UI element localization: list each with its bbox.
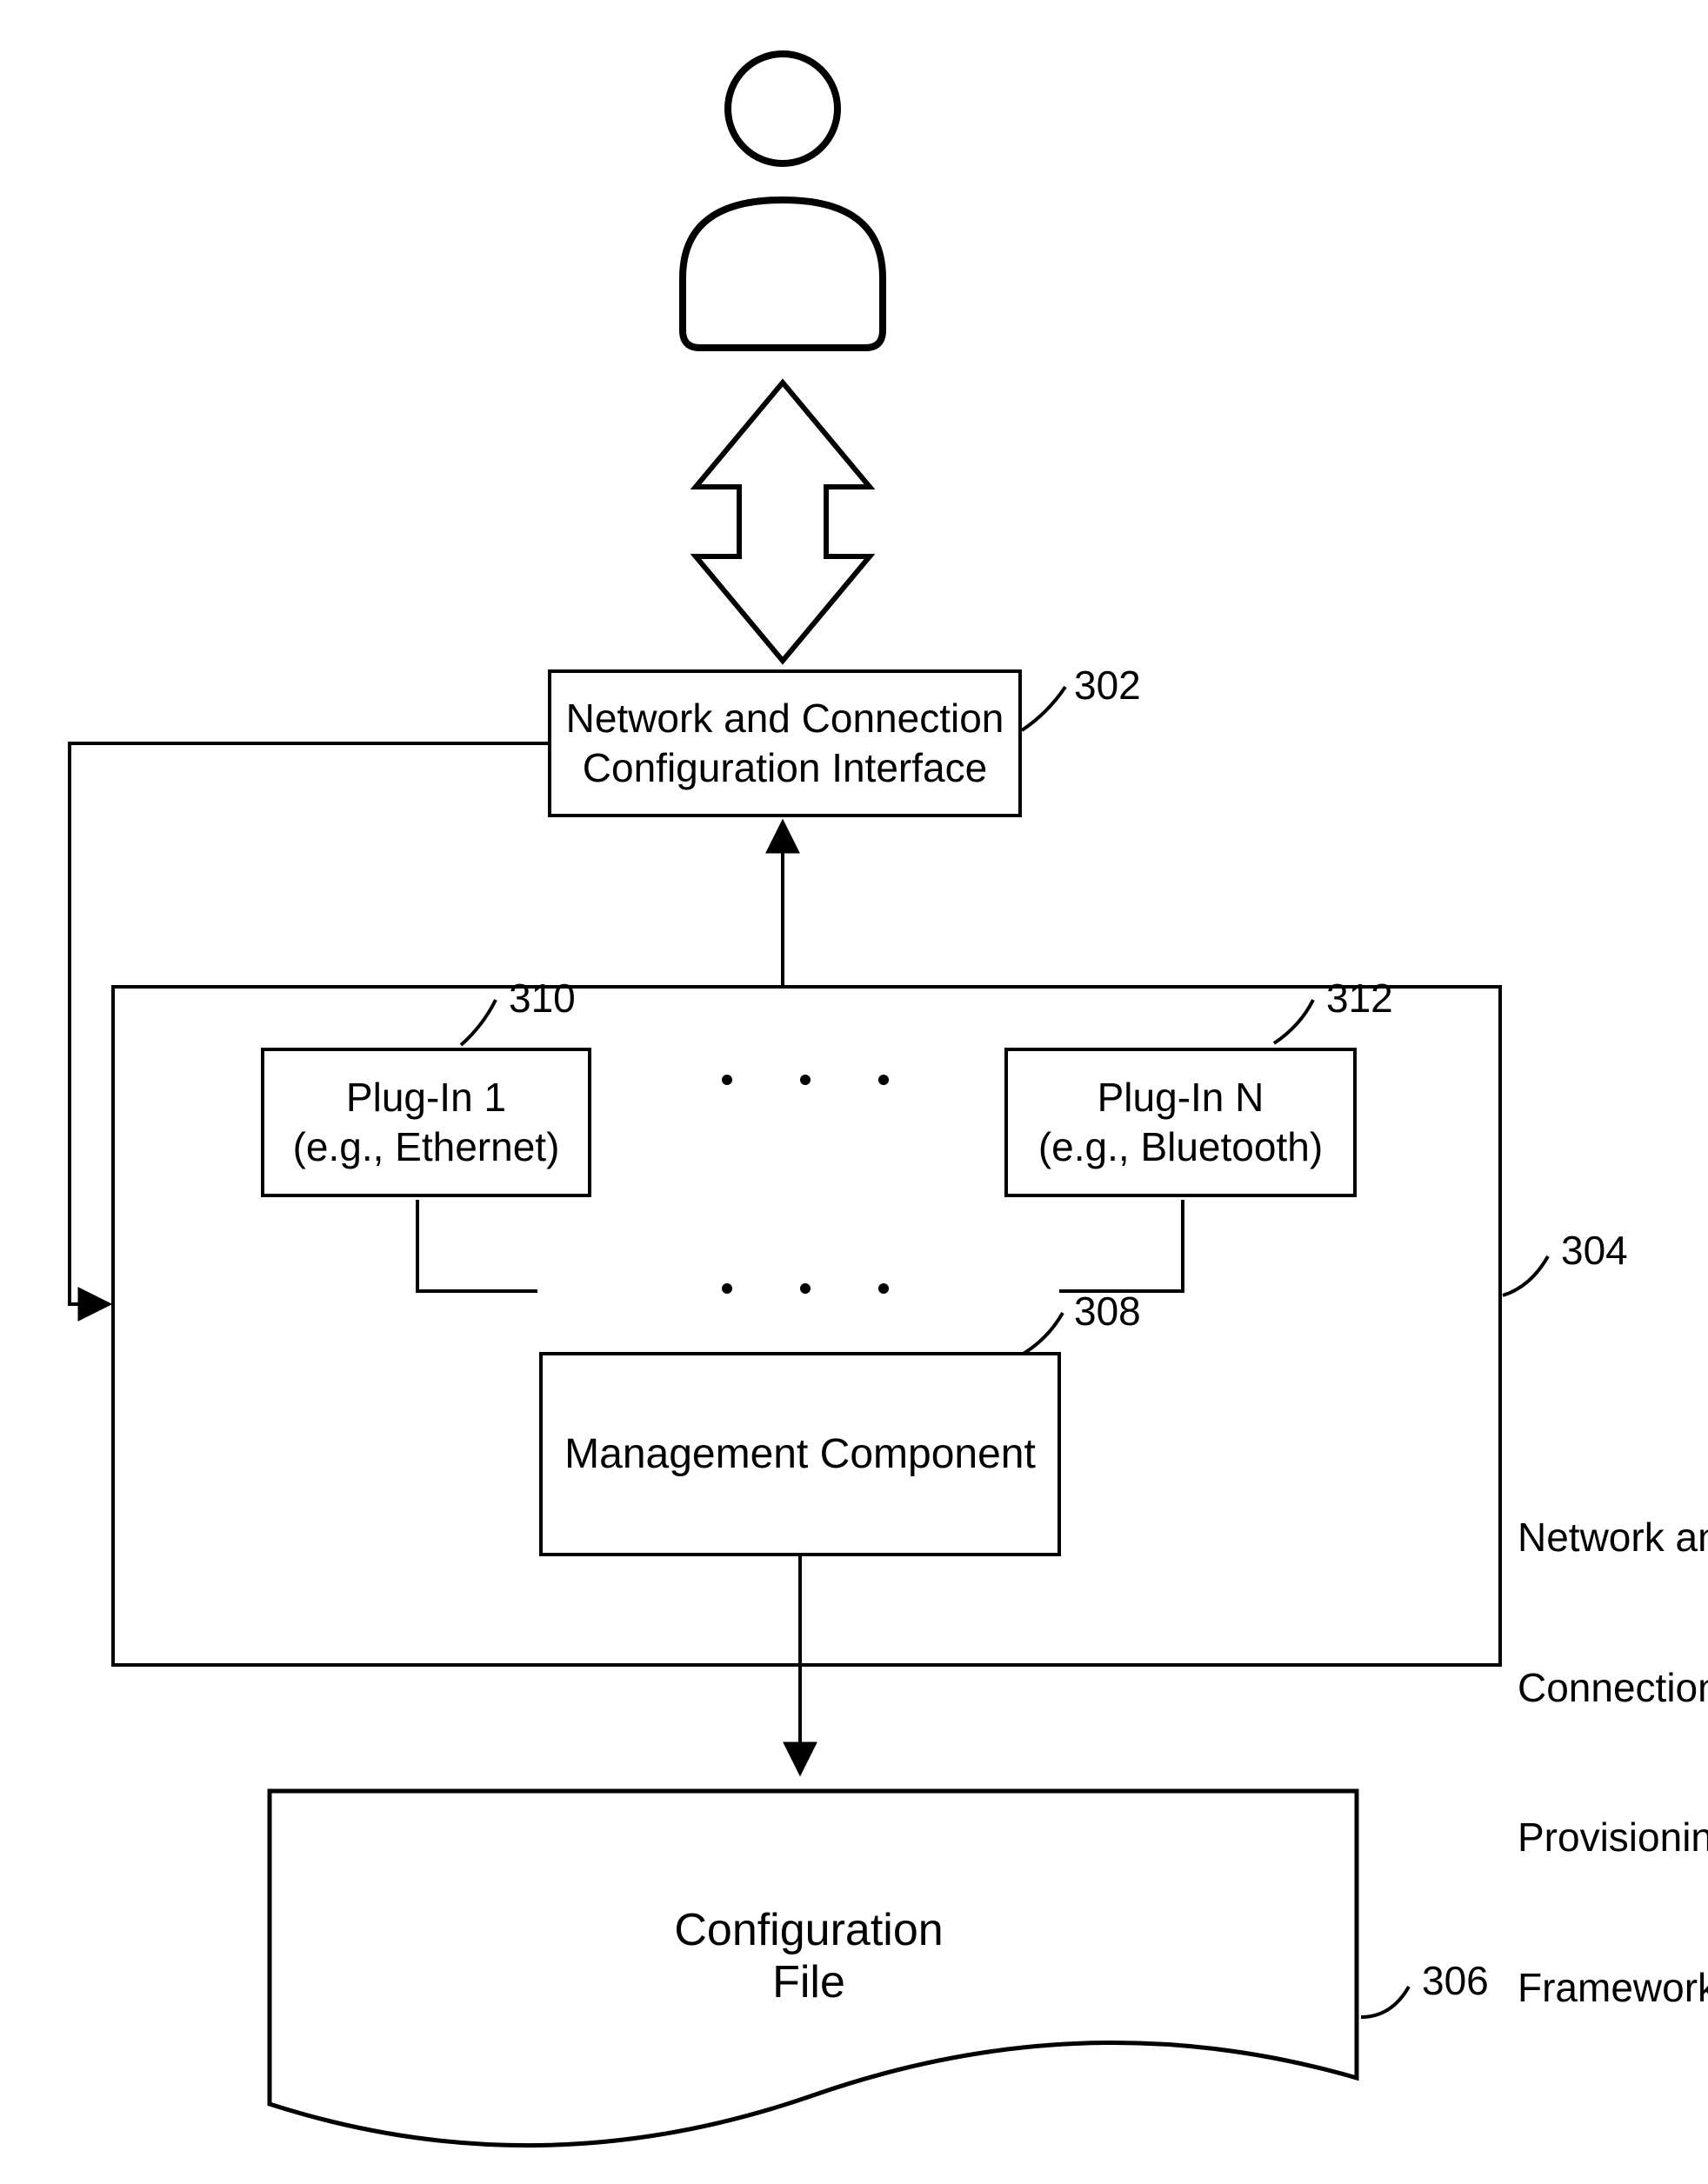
ref-308: 308	[1074, 1287, 1141, 1337]
diagram-svg	[0, 0, 1708, 2184]
ellipsis-dot	[722, 1283, 732, 1294]
framework-caption: Network and Connection Provisioning Fram…	[1518, 1413, 1708, 2113]
ref-304-leader	[1503, 1256, 1548, 1295]
plugin1-to-mgmt-connector	[417, 1200, 537, 1291]
user-icon	[683, 54, 883, 348]
interface-box: Network and Connection Configuration Int…	[548, 669, 1022, 817]
pluginN-to-mgmt-connector	[1059, 1200, 1183, 1291]
pluginN-line1: Plug-In N	[1038, 1073, 1323, 1123]
plugin1-line2: (e.g., Ethernet)	[293, 1122, 560, 1173]
plugin1-box: Plug-In 1 (e.g., Ethernet)	[261, 1048, 591, 1197]
ref-312: 312	[1326, 974, 1393, 1024]
bidirectional-arrow-icon	[696, 383, 870, 661]
framework-caption-l4: Framework	[1518, 1963, 1708, 2014]
mgmt-text: Management Component	[564, 1428, 1036, 1481]
ellipsis-dot	[878, 1283, 889, 1294]
interface-line2: Configuration Interface	[566, 743, 1004, 794]
diagram-stage: Network and Connection Configuration Int…	[0, 0, 1708, 2184]
interface-to-framework-arrow	[70, 743, 548, 1304]
ref-310: 310	[509, 974, 576, 1024]
pluginN-box: Plug-In N (e.g., Bluetooth)	[1004, 1048, 1357, 1197]
ref-308-leader	[1022, 1313, 1063, 1355]
ref-310-leader	[461, 1000, 496, 1045]
pluginN-line2: (e.g., Bluetooth)	[1038, 1122, 1323, 1173]
mgmt-box: Management Component	[539, 1352, 1061, 1556]
ref-306: 306	[1422, 1956, 1489, 2007]
config-file-text: Configuration File	[635, 1904, 983, 2008]
ref-306-leader	[1361, 1987, 1409, 2017]
interface-line1: Network and Connection	[566, 694, 1004, 744]
ellipsis-dot	[800, 1075, 811, 1085]
framework-caption-l3: Provisioning	[1518, 1813, 1708, 1863]
framework-caption-l1: Network and	[1518, 1513, 1708, 1563]
ellipsis-dot	[800, 1283, 811, 1294]
ref-304: 304	[1561, 1226, 1628, 1276]
ref-302-leader	[1022, 687, 1065, 730]
ref-312-leader	[1274, 1000, 1313, 1043]
ellipsis-dot	[878, 1075, 889, 1085]
plugin1-line1: Plug-In 1	[293, 1073, 560, 1123]
ref-302: 302	[1074, 661, 1141, 711]
framework-caption-l2: Connection	[1518, 1663, 1708, 1714]
ellipsis-dot	[722, 1075, 732, 1085]
